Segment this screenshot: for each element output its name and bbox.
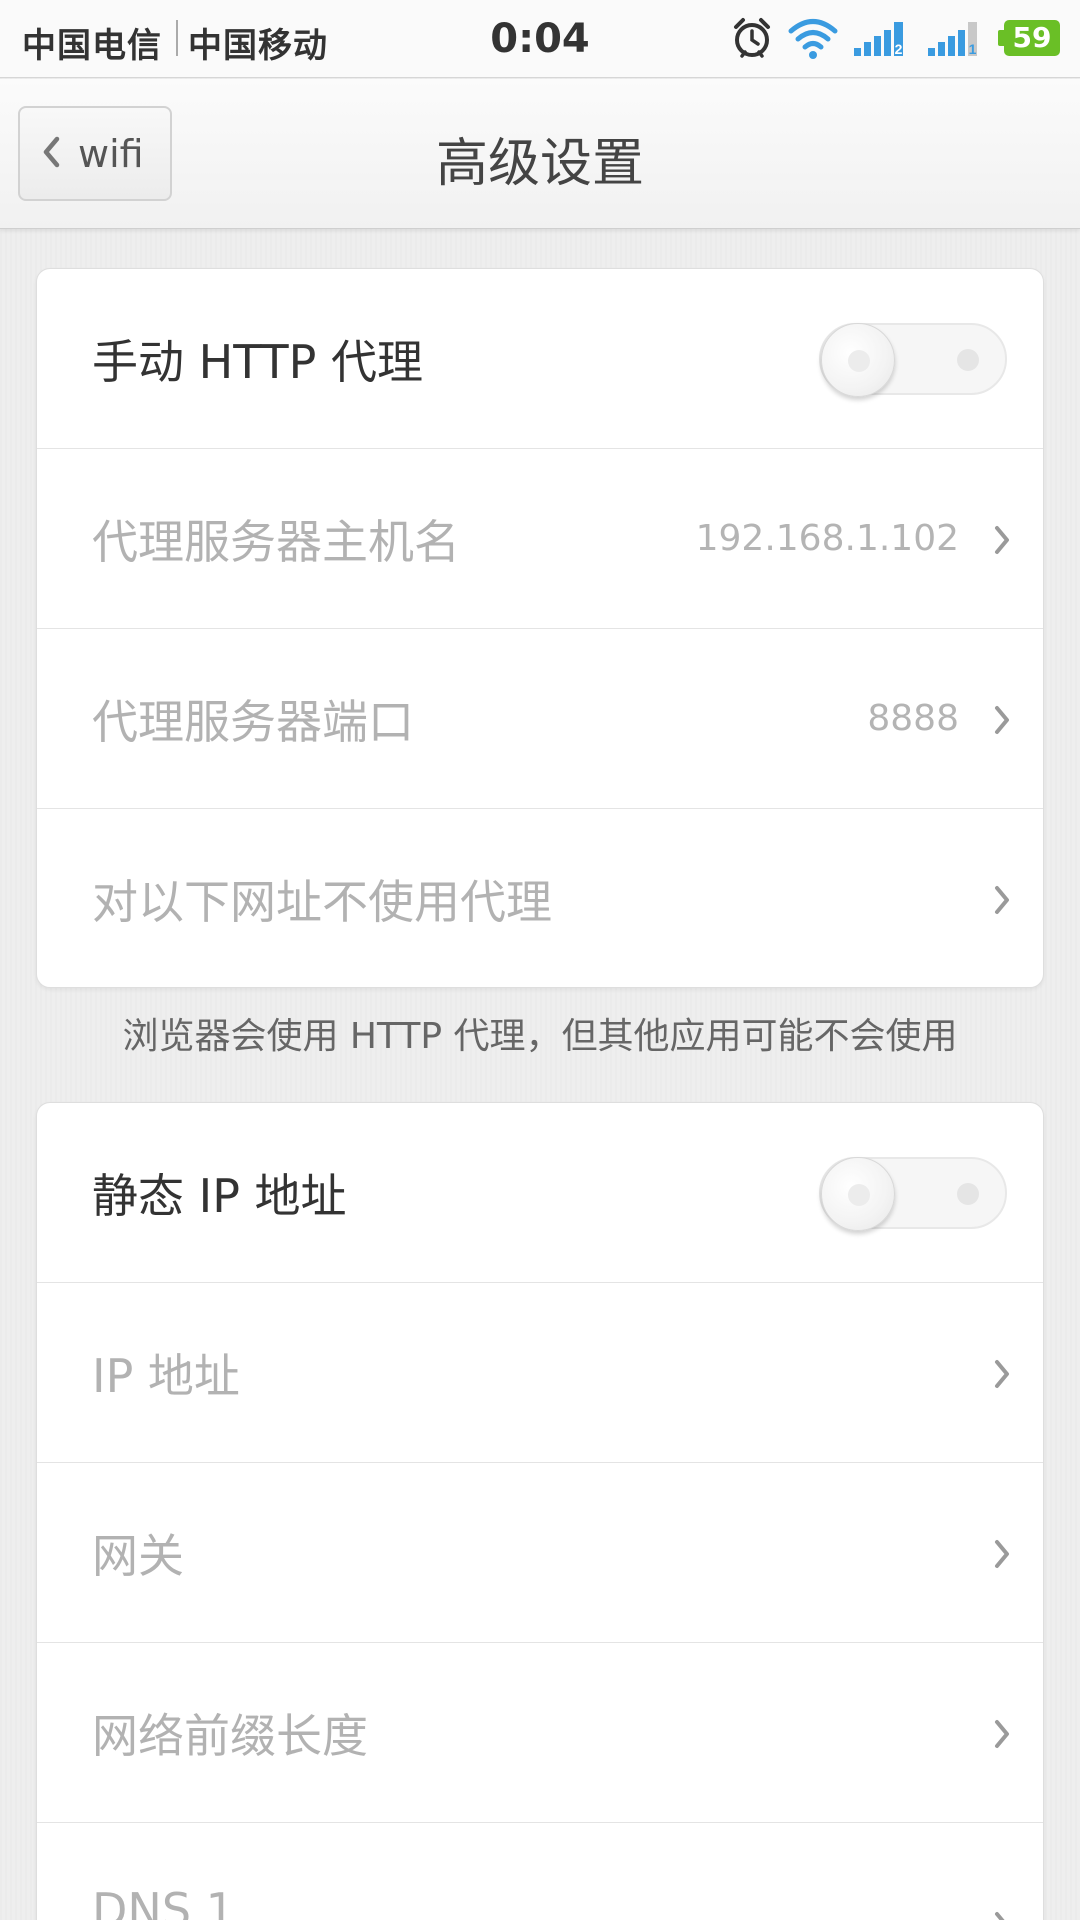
chevron-right-icon	[993, 1911, 1011, 1920]
signal-2-badge: 1	[969, 41, 977, 57]
signal-strength-icon: 2	[852, 20, 912, 62]
signal-strength-icon: 1	[926, 20, 986, 62]
alarm-clock-icon	[730, 16, 774, 64]
dns1-label: DNS 1	[92, 1883, 235, 1920]
static-ip-toggle-switch[interactable]	[819, 1157, 1007, 1231]
chevron-right-icon	[993, 1539, 1011, 1573]
prefix-length-label: 网络前缀长度	[92, 1708, 368, 1763]
gateway-row[interactable]: 网关	[37, 1463, 1043, 1643]
proxy-toggle-row[interactable]: 手动 HTTP 代理	[37, 269, 1043, 449]
toggle-knob[interactable]	[821, 1157, 895, 1231]
signal-1-badge: 2	[895, 41, 903, 57]
chevron-right-icon	[993, 705, 1011, 739]
proxy-hostname-value: 192.168.1.102	[695, 518, 959, 559]
prefix-length-row[interactable]: 网络前缀长度	[37, 1643, 1043, 1823]
toggle-track-dot	[957, 1183, 979, 1205]
static-ip-toggle-label: 静态 IP 地址	[92, 1168, 347, 1223]
toggle-track-dot	[957, 349, 979, 371]
static-ip-card: 静态 IP 地址 IP 地址 网关 网络前缀长度 DNS 1	[36, 1102, 1044, 1920]
chevron-right-icon	[993, 1719, 1011, 1753]
proxy-bypass-row[interactable]: 对以下网址不使用代理	[37, 809, 1043, 987]
proxy-toggle-switch[interactable]	[819, 323, 1007, 397]
chevron-right-icon	[993, 525, 1011, 559]
proxy-hostname-row[interactable]: 代理服务器主机名 192.168.1.102	[37, 449, 1043, 629]
proxy-hostname-label: 代理服务器主机名	[92, 514, 460, 569]
page-title: 高级设置	[435, 134, 644, 194]
wifi-icon	[788, 18, 838, 64]
static-ip-toggle-row[interactable]: 静态 IP 地址	[37, 1103, 1043, 1283]
proxy-note: 浏览器会使用 HTTP 代理，但其他应用可能不会使用	[122, 1016, 958, 1057]
proxy-bypass-label: 对以下网址不使用代理	[92, 875, 552, 929]
status-bar: 中国电信 中国移动 0:04 2 1 59	[0, 0, 1080, 78]
dns1-row[interactable]: DNS 1	[37, 1823, 1043, 1920]
toggle-knob[interactable]	[821, 323, 895, 397]
title-bar: wifi 高级设置	[0, 79, 1080, 229]
battery-indicator: 59	[1004, 20, 1060, 56]
clock: 0:04	[490, 16, 590, 62]
proxy-settings-card: 手动 HTTP 代理 代理服务器主机名 192.168.1.102 代理服务器端…	[36, 268, 1044, 988]
proxy-port-row[interactable]: 代理服务器端口 8888	[37, 629, 1043, 809]
proxy-port-value: 8888	[867, 698, 959, 739]
ip-address-row[interactable]: IP 地址	[37, 1283, 1043, 1463]
chevron-right-icon	[993, 885, 1011, 919]
chevron-right-icon	[993, 1359, 1011, 1393]
ip-address-label: IP 地址	[92, 1348, 240, 1403]
proxy-toggle-label: 手动 HTTP 代理	[92, 334, 423, 389]
gateway-label: 网关	[92, 1528, 184, 1583]
proxy-port-label: 代理服务器端口	[92, 694, 414, 749]
